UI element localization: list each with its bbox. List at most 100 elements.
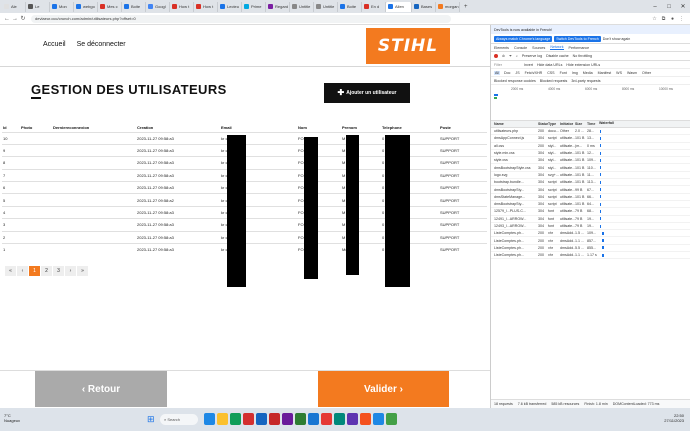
browser-tab[interactable]: Boite xyxy=(338,1,362,12)
type-filter-button[interactable]: Manifest xyxy=(597,71,613,75)
preserve-log-checkbox[interactable]: Preserve log xyxy=(522,54,542,58)
network-column-header[interactable]: Time xyxy=(587,122,599,126)
network-column-header[interactable]: Status xyxy=(538,122,548,126)
browser-tab[interactable]: Boite xyxy=(122,1,146,12)
taskbar-app-icon[interactable] xyxy=(282,413,293,425)
browser-tab[interactable]: morgan xyxy=(436,1,460,12)
network-column-header[interactable]: Waterfall xyxy=(599,121,679,128)
taskbar-app-icon[interactable] xyxy=(204,413,215,425)
filter-icon[interactable]: ⏷ xyxy=(509,54,512,58)
pager-page-button[interactable]: 3 xyxy=(53,266,64,276)
pager-prev-button[interactable]: ‹ xyxy=(17,266,28,276)
devtools-tab[interactable]: Elements xyxy=(494,46,509,50)
back-icon[interactable]: ← xyxy=(3,16,11,22)
type-filter-button[interactable]: All xyxy=(494,70,500,75)
retour-button[interactable]: ‹ Retour xyxy=(35,371,167,407)
type-filter-button[interactable]: Other xyxy=(641,71,652,75)
taskbar-app-icon[interactable] xyxy=(360,413,371,425)
dont-show-button[interactable]: Don't show again xyxy=(603,37,630,41)
hide-ext-checkbox[interactable]: Hide extension URLs xyxy=(566,63,600,67)
browser-tab[interactable]: Untitle xyxy=(290,1,314,12)
devtools-tab[interactable]: Performance xyxy=(569,46,590,50)
pager-last-button[interactable]: » xyxy=(77,266,88,276)
taskbar-search[interactable]: ⌕ Search xyxy=(160,414,198,425)
taskbar-app-icon[interactable] xyxy=(386,413,397,425)
network-column-header[interactable]: Initiator xyxy=(560,122,575,126)
switch-french-button[interactable]: Switch DevTools to French xyxy=(554,35,601,42)
maximize-icon[interactable]: □ xyxy=(662,4,676,10)
browser-tab[interactable]: How t xyxy=(170,1,194,12)
network-column-header[interactable]: Size xyxy=(575,122,587,126)
match-language-button[interactable]: Always match Chrome's language xyxy=(494,35,553,42)
browser-tab[interactable]: Prime xyxy=(242,1,266,12)
close-icon[interactable]: ✕ xyxy=(676,3,690,10)
type-filter-button[interactable]: CSS xyxy=(546,71,555,75)
taskbar-app-icon[interactable] xyxy=(347,413,358,425)
devtools-tab[interactable]: Console xyxy=(514,46,527,50)
type-filter-button[interactable]: Media xyxy=(582,71,594,75)
taskbar-app-icon[interactable] xyxy=(334,413,345,425)
menu-icon[interactable]: ⋮ xyxy=(677,16,686,22)
browser-tab[interactable]: Allen xyxy=(386,1,412,12)
devtools-tab[interactable]: Network xyxy=(550,45,564,50)
browser-tab[interactable]: En d xyxy=(362,1,386,12)
windows-start-icon[interactable]: ⊞ xyxy=(147,414,155,425)
type-filter-button[interactable]: Fetch/XHR xyxy=(524,71,544,75)
type-filter-button[interactable]: WS xyxy=(615,71,623,75)
blocked-cookies-checkbox[interactable]: Blocked response cookies xyxy=(494,79,536,83)
type-filter-button[interactable]: Doc xyxy=(503,71,511,75)
browser-tab[interactable]: Untitle xyxy=(314,1,338,12)
browser-tab[interactable]: Bases xyxy=(412,1,436,12)
weather-widget[interactable]: 7°C Nuageux xyxy=(4,413,20,423)
type-filter-button[interactable]: JS xyxy=(514,71,520,75)
network-column-header[interactable]: Name xyxy=(491,122,538,126)
third-party-checkbox[interactable]: 3rd-party requests xyxy=(571,79,600,83)
taskbar-app-icon[interactable] xyxy=(295,413,306,425)
browser-tab[interactable]: Mes c xyxy=(98,1,122,12)
nav-logout-link[interactable]: Se déconnecter xyxy=(77,41,126,48)
browser-tab[interactable]: Lecteu xyxy=(218,1,242,12)
taskbar-app-icon[interactable] xyxy=(256,413,267,425)
add-user-button[interactable]: ✚ Ajouter un utilisateur xyxy=(324,83,410,103)
taskbar-app-icon[interactable] xyxy=(373,413,384,425)
taskbar-app-icon[interactable] xyxy=(230,413,241,425)
pager-next-button[interactable]: › xyxy=(65,266,76,276)
clear-icon[interactable]: ⊘ xyxy=(502,54,505,58)
invert-checkbox[interactable]: Invert xyxy=(524,63,533,67)
taskbar-app-icon[interactable] xyxy=(217,413,228,425)
hide-data-checkbox[interactable]: Hide data URLs xyxy=(537,63,562,67)
browser-tab[interactable]: Ale xyxy=(2,1,26,12)
stihl-logo[interactable]: STIHL xyxy=(366,28,450,64)
browser-tab[interactable]: webgo xyxy=(74,1,98,12)
record-icon[interactable] xyxy=(494,54,498,58)
valider-button[interactable]: Valider › xyxy=(318,371,449,407)
profile-icon[interactable]: ● xyxy=(668,16,677,22)
network-request-row[interactable]: ListeComptes.ph... 200 xhr dmsAdd... 1.1 ...… xyxy=(491,252,690,260)
devtools-tab[interactable]: Sources xyxy=(532,46,545,50)
new-tab-icon[interactable]: + xyxy=(460,4,472,10)
blocked-requests-checkbox[interactable]: Blocked requests xyxy=(540,79,568,83)
pager-first-button[interactable]: « xyxy=(5,266,16,276)
network-column-header[interactable]: Type xyxy=(548,122,560,126)
type-filter-button[interactable]: Wasm xyxy=(626,71,638,75)
browser-tab[interactable]: Le xyxy=(26,1,50,12)
nav-home-link[interactable]: Accueil xyxy=(43,41,66,48)
taskbar-app-icon[interactable] xyxy=(269,413,280,425)
star-icon[interactable]: ☆ xyxy=(650,16,659,22)
filter-input[interactable]: Filter xyxy=(494,63,520,67)
search-icon[interactable]: ⌕ xyxy=(516,54,518,58)
forward-icon[interactable]: → xyxy=(11,16,19,22)
url-field[interactable]: devlaeur.occ/crunch.com/admin/utilisateu… xyxy=(31,14,451,23)
pager-page-button[interactable]: 2 xyxy=(41,266,52,276)
taskbar-app-icon[interactable] xyxy=(308,413,319,425)
reload-icon[interactable]: ↻ xyxy=(19,15,27,22)
taskbar-app-icon[interactable] xyxy=(243,413,254,425)
throttling-select[interactable]: No throttling xyxy=(573,54,592,58)
browser-tab[interactable]: Mon xyxy=(50,1,74,12)
browser-tab[interactable]: Regard xyxy=(266,1,290,12)
type-filter-button[interactable]: Img xyxy=(571,71,579,75)
browser-tab[interactable]: Googl xyxy=(146,1,170,12)
type-filter-button[interactable]: Font xyxy=(559,71,568,75)
minimize-icon[interactable]: – xyxy=(648,4,662,10)
taskbar-app-icon[interactable] xyxy=(321,413,332,425)
